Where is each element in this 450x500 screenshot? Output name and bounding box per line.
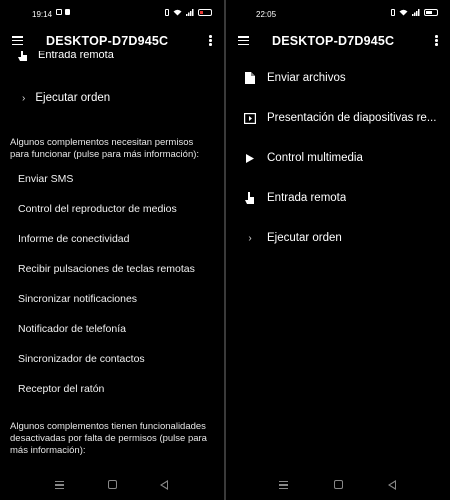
- status-bar: 19:14: [0, 0, 224, 28]
- wifi-icon: [173, 9, 182, 16]
- action-label: Presentación de diapositivas re...: [267, 112, 437, 124]
- status-bar: 22:05: [226, 0, 450, 28]
- device-title: DESKTOP-D7D945C: [46, 34, 169, 48]
- plugin-item[interactable]: Recibir pulsaciones de teclas remotas: [18, 262, 224, 276]
- recent-apps-icon[interactable]: [55, 481, 64, 491]
- right-phone-screen: 22:05 DESKTOP-D7D945C Enviar archivos Pr…: [226, 0, 450, 500]
- more-options-icon[interactable]: [435, 35, 438, 46]
- status-time: 22:05: [256, 10, 277, 19]
- signal-icon: [186, 9, 194, 16]
- more-options-icon[interactable]: [209, 35, 212, 46]
- back-icon[interactable]: [388, 480, 396, 490]
- menu-icon[interactable]: [238, 36, 249, 46]
- action-label: Control multimedia: [267, 152, 363, 164]
- action-label: Entrada remota: [38, 51, 114, 61]
- notification-icon: [56, 9, 62, 15]
- action-label: Ejecutar orden: [267, 232, 342, 244]
- action-slideshow[interactable]: Presentación de diapositivas re...: [244, 108, 444, 128]
- navigation-bar: [226, 472, 450, 500]
- plugin-item[interactable]: Sincronizar notificaciones: [18, 292, 224, 306]
- back-icon[interactable]: [160, 480, 168, 490]
- action-multimedia-control[interactable]: Control multimedia: [244, 148, 444, 168]
- plugin-item[interactable]: Informe de conectividad: [18, 232, 224, 246]
- action-remote-input[interactable]: Entrada remota: [244, 188, 444, 208]
- battery-icon: [424, 9, 438, 16]
- permissions-note[interactable]: Algunos complementos necesitan permisos …: [10, 137, 214, 161]
- action-label: Entrada remota: [267, 192, 347, 204]
- chevron-right-icon: ›: [22, 92, 26, 104]
- home-icon[interactable]: [334, 480, 343, 489]
- plugin-item[interactable]: Sincronizador de contactos: [18, 352, 224, 366]
- action-remote-input[interactable]: Entrada remota: [18, 51, 224, 65]
- left-phone-screen: 19:14 DESKTOP-D7D945C Entrada remota › E…: [0, 0, 224, 500]
- device-title: DESKTOP-D7D945C: [272, 34, 395, 48]
- action-run-command[interactable]: › Ejecutar orden: [22, 89, 224, 107]
- chevron-right-icon: ›: [248, 232, 252, 244]
- action-label: Enviar archivos: [267, 72, 346, 84]
- menu-icon[interactable]: [12, 36, 23, 46]
- signal-icon: [412, 9, 420, 16]
- vibrate-icon: [165, 9, 169, 16]
- navigation-bar: [0, 472, 224, 500]
- file-icon: [244, 71, 256, 85]
- battery-icon: [198, 9, 212, 16]
- home-icon[interactable]: [108, 480, 117, 489]
- presentation-icon: [244, 111, 256, 125]
- action-run-command[interactable]: › Ejecutar orden: [244, 228, 444, 248]
- play-icon: [244, 151, 256, 165]
- touch-icon: [244, 191, 256, 205]
- app-bar: DESKTOP-D7D945C: [226, 28, 450, 54]
- action-label: Ejecutar orden: [35, 92, 111, 104]
- plugin-item[interactable]: Enviar SMS: [18, 172, 224, 186]
- plugin-item[interactable]: Control del reproductor de medios: [18, 202, 224, 216]
- plugin-item[interactable]: Receptor del ratón: [18, 382, 224, 396]
- vibrate-icon: [391, 9, 395, 16]
- wifi-icon: [399, 9, 408, 16]
- status-time: 19:14: [32, 10, 53, 19]
- touch-icon: [18, 51, 27, 61]
- plugin-item[interactable]: Notificador de telefonía: [18, 322, 224, 336]
- recent-apps-icon[interactable]: [279, 481, 288, 491]
- disabled-features-note[interactable]: Algunos complementos tienen funcionalida…: [10, 421, 214, 457]
- lock-icon: [65, 9, 70, 15]
- action-send-files[interactable]: Enviar archivos: [244, 68, 444, 88]
